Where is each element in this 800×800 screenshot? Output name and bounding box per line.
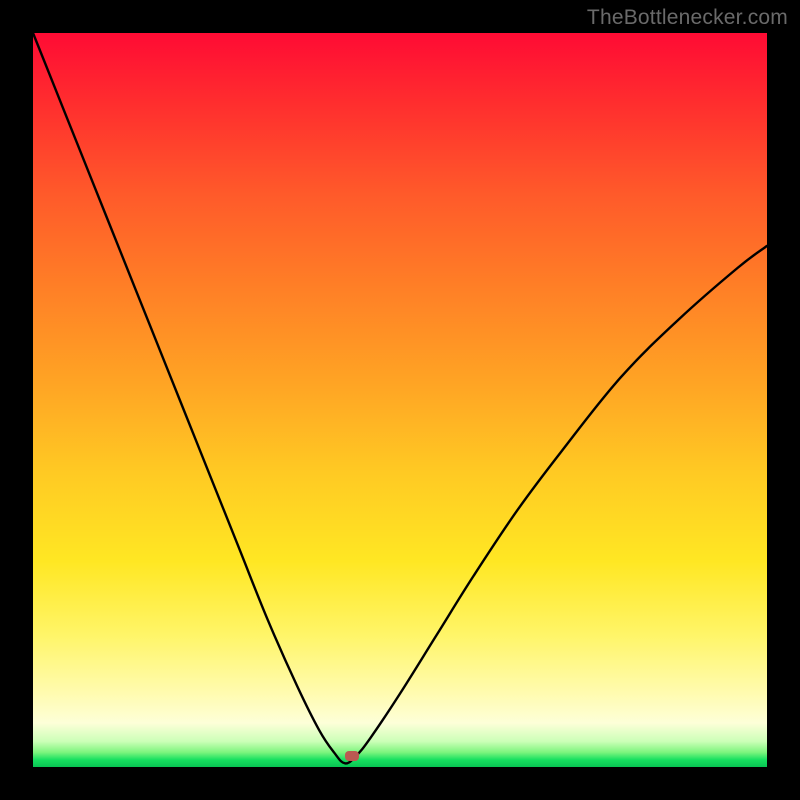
optimum-marker [345, 751, 359, 761]
watermark-text: TheBottlenecker.com [587, 6, 788, 30]
chart-frame: TheBottlenecker.com [0, 0, 800, 800]
plot-area [33, 33, 767, 767]
bottleneck-curve [33, 33, 767, 767]
